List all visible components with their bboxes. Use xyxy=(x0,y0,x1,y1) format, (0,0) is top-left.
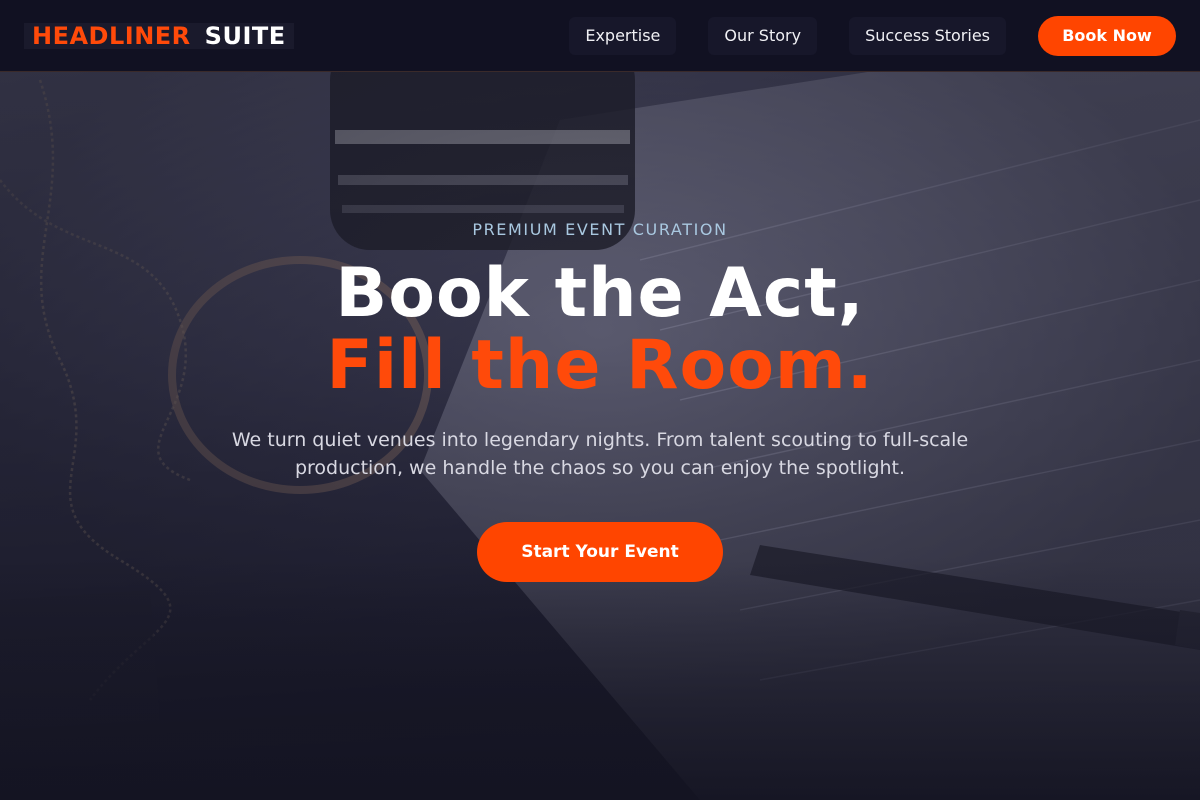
navbar: HEADLINER SUITE Expertise Our Story Succ… xyxy=(0,0,1200,72)
logo-accent-text: HEADLINER xyxy=(32,21,191,50)
nav-link-expertise[interactable]: Expertise xyxy=(569,16,677,55)
hero-eyebrow: PREMIUM EVENT CURATION xyxy=(472,220,728,239)
nav-link-success-stories[interactable]: Success Stories xyxy=(849,16,1006,55)
nav-links: Expertise Our Story Success Stories Book… xyxy=(537,15,1176,56)
book-now-button[interactable]: Book Now xyxy=(1038,15,1176,56)
logo-main-text: SUITE xyxy=(204,21,286,50)
nav-link-our-story[interactable]: Our Story xyxy=(708,16,818,55)
hero-section: PREMIUM EVENT CURATION Book the Act, Fil… xyxy=(0,72,1200,800)
hero-headline-line1: Book the Act, xyxy=(335,254,865,333)
start-your-event-button[interactable]: Start Your Event xyxy=(477,522,723,582)
hero-headline-line2: Fill the Room. xyxy=(326,326,874,405)
logo[interactable]: HEADLINER SUITE xyxy=(24,21,294,50)
hero-subtitle: We turn quiet venues into legendary nigh… xyxy=(231,429,969,479)
